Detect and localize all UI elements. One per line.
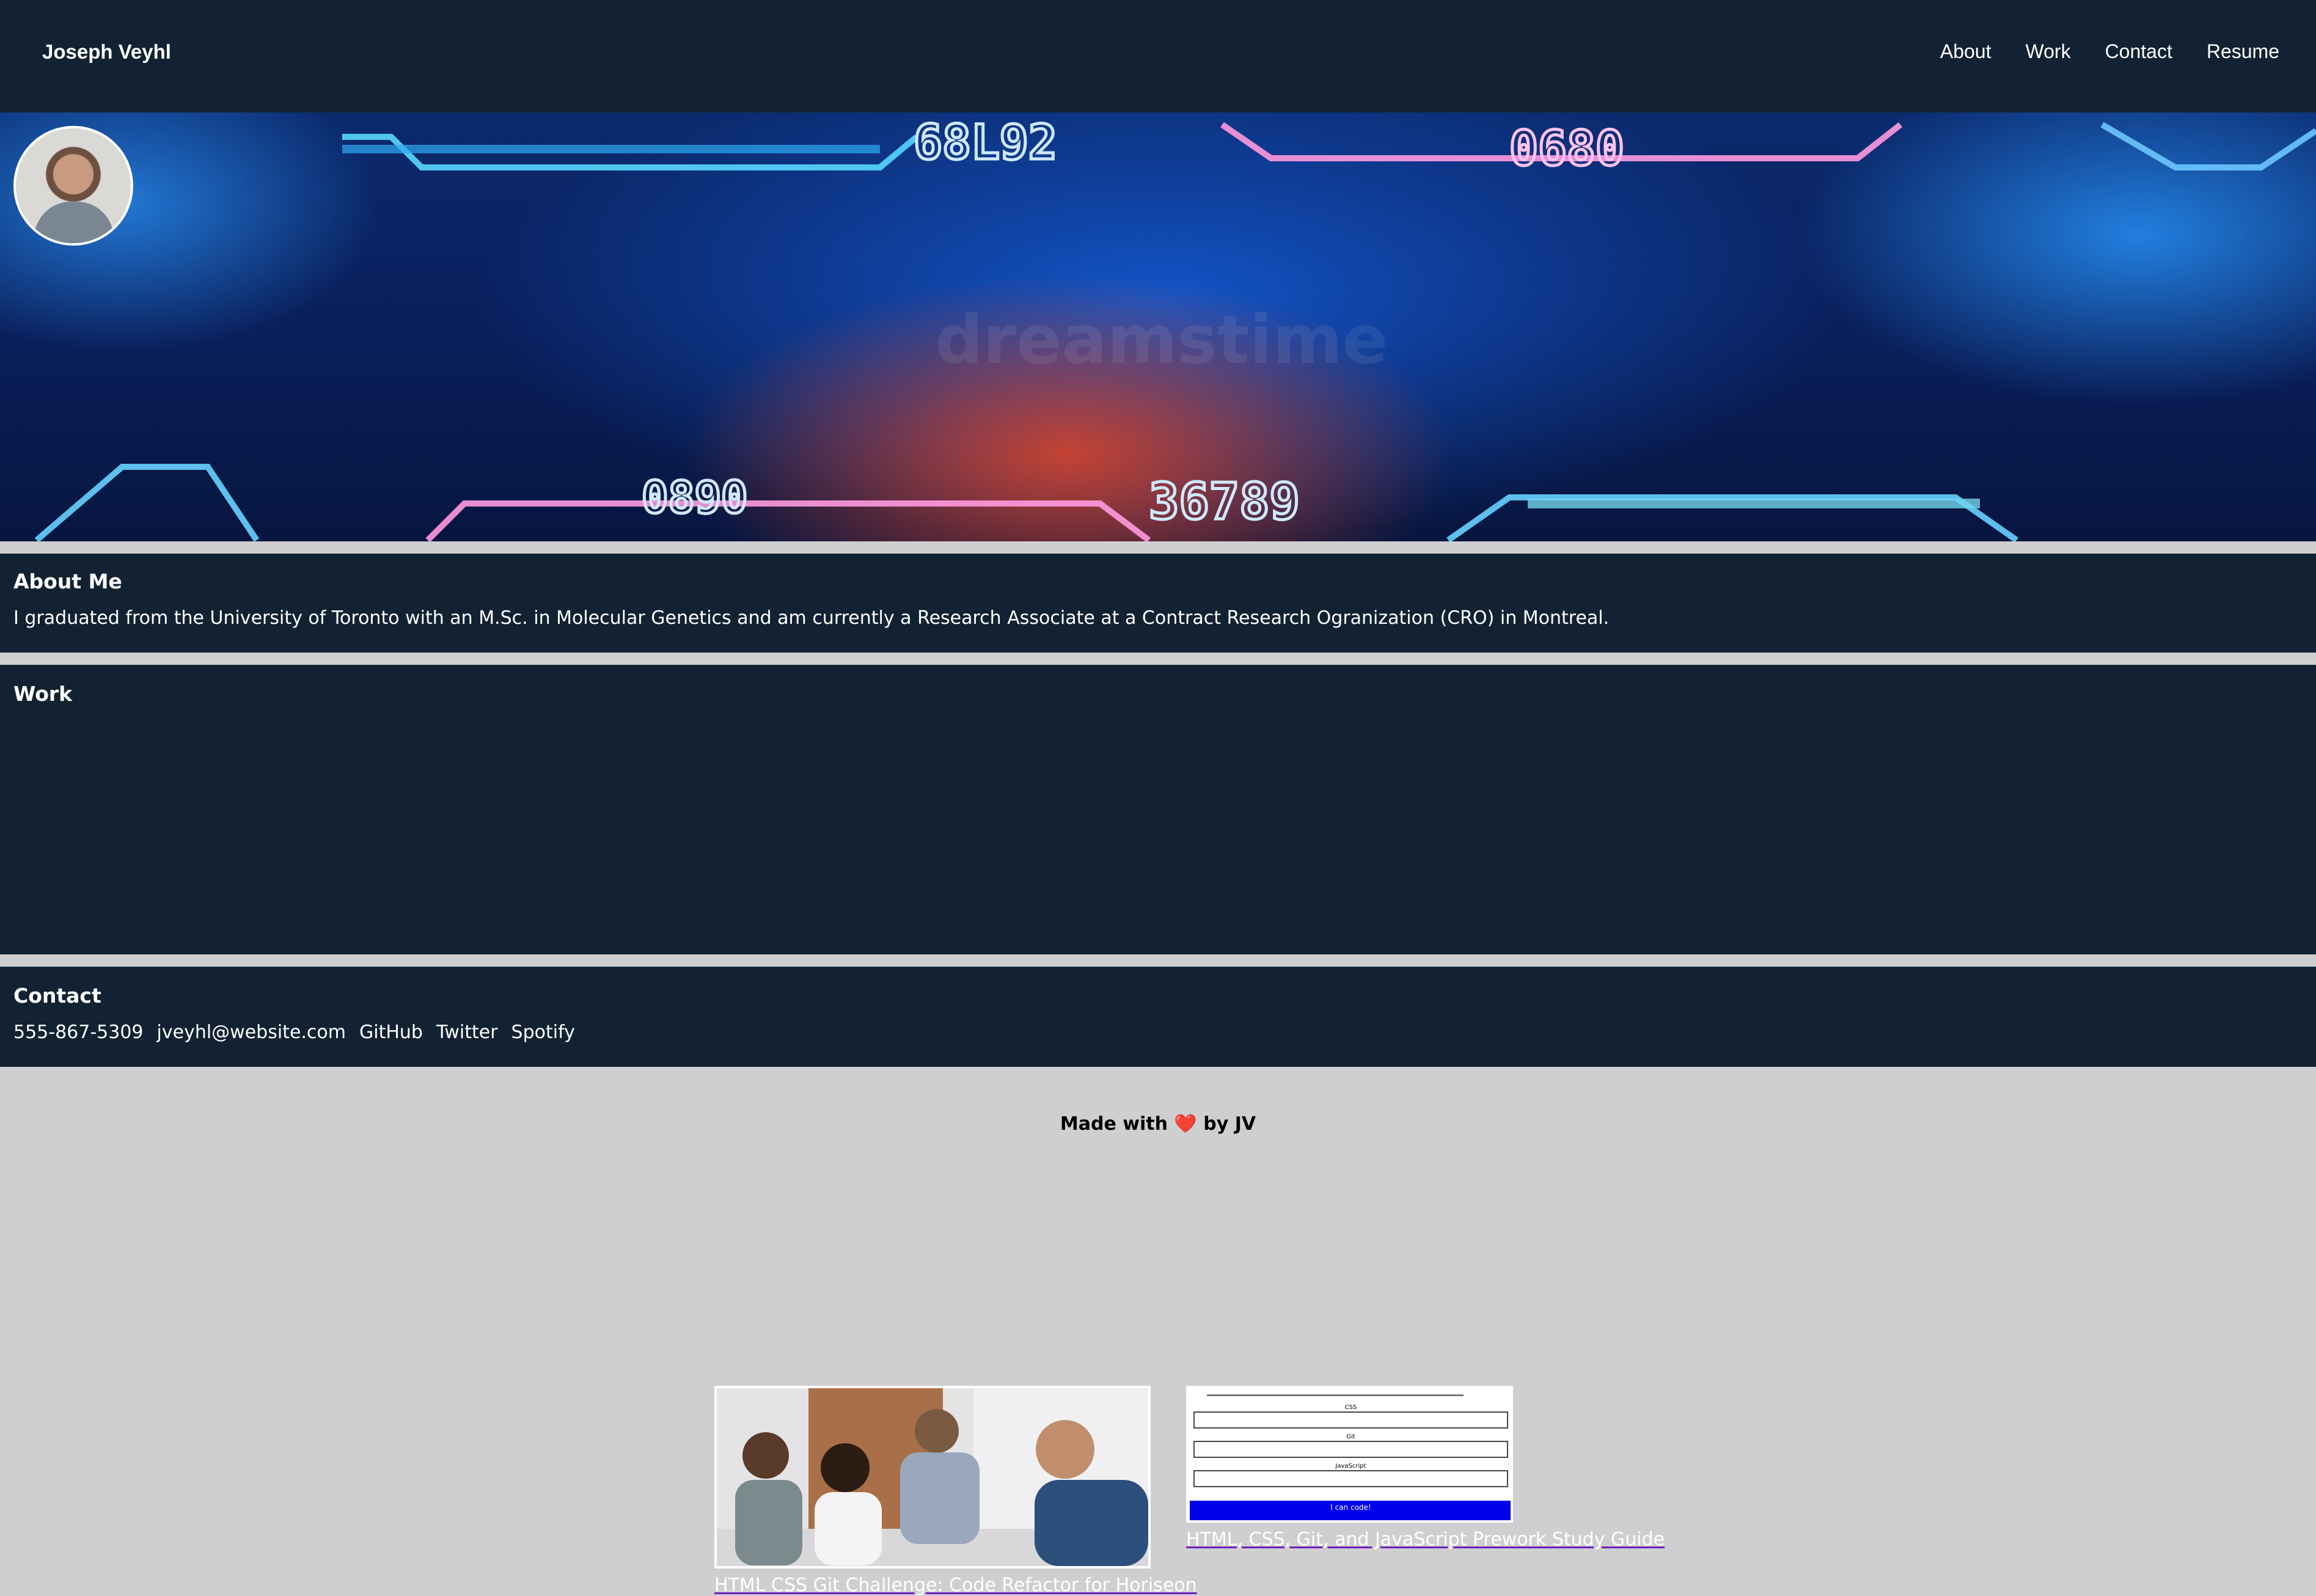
hero-watermark: dreamstime: [935, 301, 1388, 379]
about-title: About Me: [13, 569, 122, 593]
project-link-horiseon[interactable]: HTML CSS Git Challenge: Code Refactor fo…: [714, 1575, 1197, 1596]
project-card-study-guide[interactable]: CSS Git JavaScript I can code! HTML, CSS…: [1186, 1386, 1665, 1550]
footer-post: by JV: [1203, 1113, 1256, 1135]
hero-digits-4: 36789: [1149, 473, 1300, 531]
doc-box-git: Git: [1193, 1433, 1508, 1458]
team-photo-image: [717, 1388, 1148, 1566]
main-nav: About Work Contact Resume: [1906, 40, 2279, 63]
nav-resume[interactable]: Resume: [2207, 40, 2279, 63]
site-header: Joseph Veyhl About Work Contact Resume: [0, 0, 2316, 112]
hero-circuit-art: 68L92 0680 0890 36789 dreamstime: [34, 114, 2316, 541]
doc-text-line: [1207, 1394, 1464, 1396]
project-link-study-guide[interactable]: HTML, CSS, Git, and JavaScript Prework S…: [1186, 1529, 1665, 1550]
doc-box-css: CSS: [1193, 1404, 1508, 1429]
contact-spotify[interactable]: Spotify: [511, 1022, 575, 1043]
project-thumb-horiseon[interactable]: [714, 1386, 1151, 1569]
doc-box-javascript: JavaScript: [1193, 1463, 1508, 1487]
about-text: I graduated from the University of Toron…: [13, 607, 1610, 629]
footer-text: Made with ❤️ by JV: [0, 1113, 2316, 1135]
footer-pre: Made with: [1060, 1113, 1168, 1135]
contact-title: Contact: [13, 984, 101, 1008]
contact-github[interactable]: GitHub: [359, 1022, 423, 1043]
avatar-shirt: [34, 202, 114, 243]
hero-digits-3: 0890: [642, 472, 747, 523]
work-title: Work: [13, 682, 73, 706]
contact-email[interactable]: jveyhl@website.com: [157, 1022, 346, 1043]
hero-banner: 68L92 0680 0890 36789 dreamstime: [0, 112, 2316, 541]
nav-work[interactable]: Work: [2025, 40, 2070, 63]
heart-icon: ❤️: [1174, 1113, 1197, 1135]
project-card-horiseon[interactable]: HTML CSS Git Challenge: Code Refactor fo…: [714, 1386, 1197, 1596]
avatar: [13, 126, 133, 246]
contact-twitter[interactable]: Twitter: [436, 1022, 498, 1043]
project-thumb-study-guide[interactable]: CSS Git JavaScript I can code!: [1186, 1386, 1513, 1523]
nav-contact[interactable]: Contact: [2105, 40, 2172, 63]
site-brand[interactable]: Joseph Veyhl: [42, 40, 171, 64]
about-section: About Me I graduated from the University…: [0, 554, 2316, 653]
contact-phone[interactable]: 555-867-5309: [13, 1022, 144, 1043]
contact-links: 555-867-5309 jveyhl@website.com GitHub T…: [13, 1022, 588, 1043]
doc-footer-bar: I can code!: [1190, 1501, 1511, 1520]
work-section: Work HTML CSS Git Challenge: Code Refact…: [0, 665, 2316, 1596]
site-footer: Made with ❤️ by JV: [0, 1067, 2316, 1154]
nav-about[interactable]: About: [1940, 40, 1992, 63]
contact-section: Contact 555-867-5309 jveyhl@website.com …: [0, 967, 2316, 1067]
hero-digits-2: 0680: [1509, 122, 1624, 177]
hero-digits-1: 68L92: [914, 115, 1057, 170]
